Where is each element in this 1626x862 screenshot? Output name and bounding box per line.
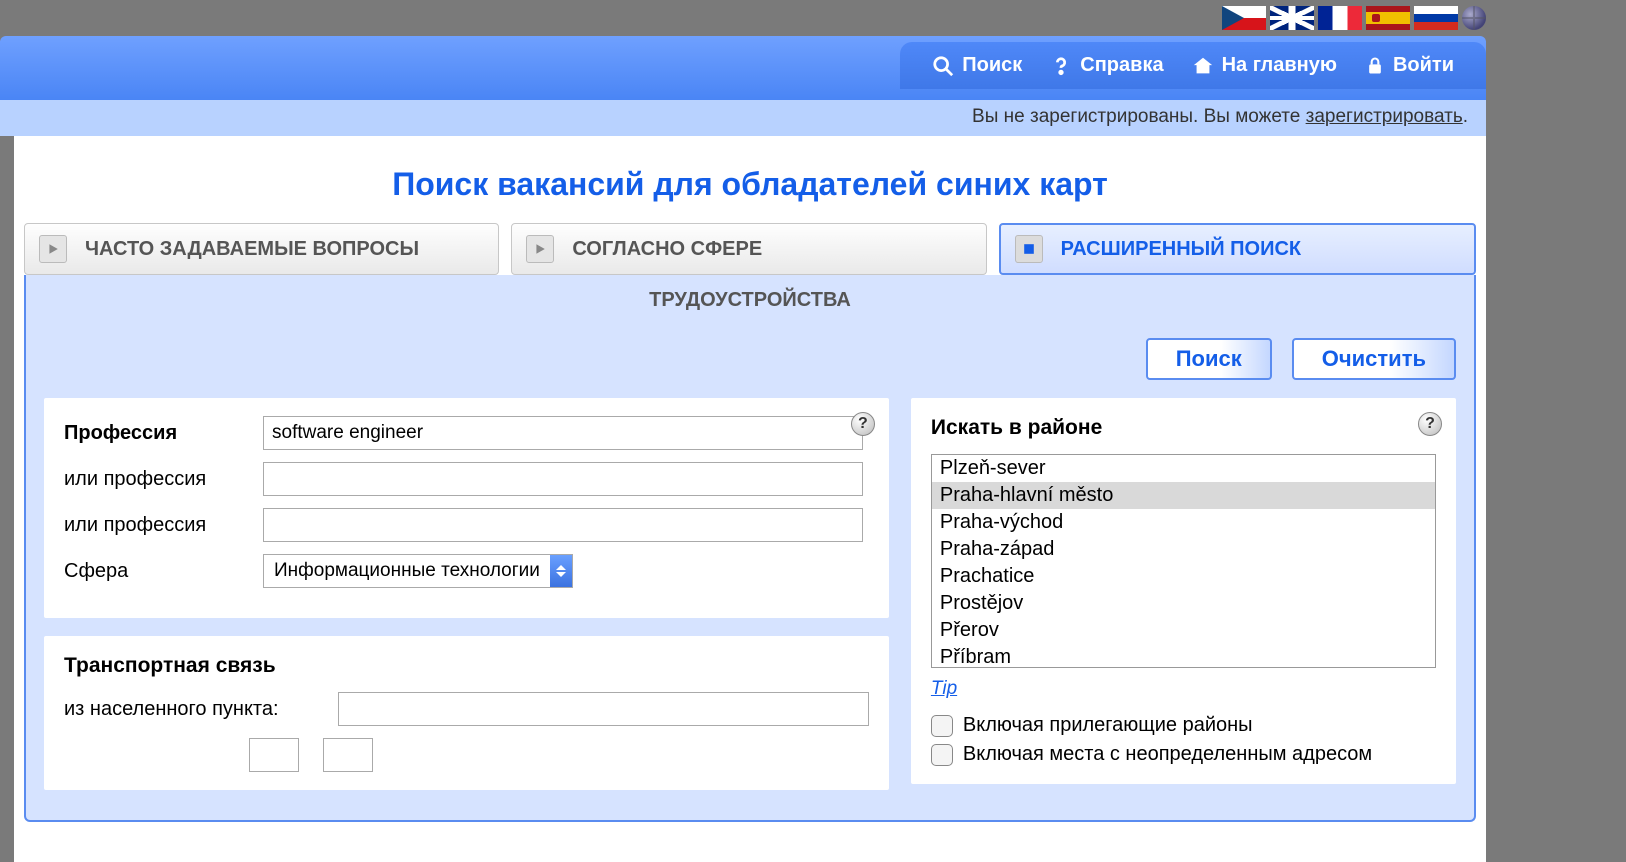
nav-search-label: Поиск (962, 54, 1022, 77)
content: Поиск вакансий для обладателей синих кар… (14, 136, 1486, 862)
region-item[interactable]: Příbram (932, 644, 1435, 668)
transport-title: Транспортная связь (64, 654, 869, 678)
or-profession-input-2[interactable] (263, 508, 863, 542)
header: Поиск Справка На главную Войти (0, 36, 1486, 100)
search-button[interactable]: Поиск (1146, 338, 1272, 380)
tab-faq-label: ЧАСТО ЗАДАВАЕМЫЕ ВОПРОСЫ (85, 238, 419, 261)
flag-ru-icon[interactable] (1414, 6, 1458, 30)
include-undefined-label: Включая места с неопределенным адресом (963, 743, 1372, 766)
profession-card: ? Профессия или профессия или профессия (44, 398, 889, 618)
search-panel: Поиск Очистить ? Профессия или профессия (24, 326, 1476, 822)
or-profession-input-1[interactable] (263, 462, 863, 496)
nav-help-label: Справка (1080, 54, 1163, 77)
or-profession-label-1: или профессия (64, 468, 249, 491)
region-list[interactable]: Plzeň-severPraha-hlavní městoPraha-výcho… (931, 454, 1436, 668)
or-profession-label-2: или профессия (64, 514, 249, 537)
search-icon (932, 55, 954, 77)
lock-icon (1365, 55, 1385, 77)
region-item[interactable]: Prachatice (932, 563, 1435, 590)
transport-range-1[interactable] (249, 738, 299, 772)
register-link[interactable]: зарегистрировать (1306, 106, 1463, 127)
sphere-select-value: Информационные технологии (264, 555, 550, 587)
region-card: ? Искать в районе Plzeň-severPraha-hlavn… (911, 398, 1456, 784)
transport-range-2[interactable] (323, 738, 373, 772)
region-item[interactable]: Přerov (932, 617, 1435, 644)
language-flags (0, 0, 1626, 36)
clear-button[interactable]: Очистить (1292, 338, 1456, 380)
tabs-row: ЧАСТО ЗАДАВАЕМЫЕ ВОПРОСЫ СОГЛАСНО СФЕРЕ … (14, 223, 1486, 275)
help-icon[interactable]: ? (851, 412, 875, 436)
flag-fr-icon[interactable] (1318, 6, 1362, 30)
flag-cz-icon[interactable] (1222, 6, 1266, 30)
top-nav: Поиск Справка На главную Войти (900, 42, 1486, 89)
region-item[interactable]: Praha-hlavní město (932, 482, 1435, 509)
tabs-sublabel: ТРУДОУСТРОЙСТВА (24, 275, 1476, 326)
sphere-label: Сфера (64, 560, 249, 583)
help-icon[interactable]: ? (1418, 412, 1442, 436)
nav-help[interactable]: Справка (1036, 50, 1177, 81)
action-row: Поиск Очистить (44, 338, 1456, 380)
tab-by-area[interactable]: СОГЛАСНО СФЕРЕ (511, 223, 986, 275)
play-icon (39, 235, 67, 263)
square-icon (1015, 235, 1043, 263)
region-item[interactable]: Praha-východ (932, 509, 1435, 536)
transport-from-input[interactable] (338, 692, 869, 726)
chevron-updown-icon (550, 555, 572, 587)
home-icon (1192, 55, 1214, 77)
tab-advanced-label: РАСШИРЕННЫЙ ПОИСК (1061, 238, 1301, 261)
flag-uk-icon[interactable] (1270, 6, 1314, 30)
sphere-select[interactable]: Информационные технологии (263, 554, 573, 588)
transport-from-label: из населенного пункта: (64, 698, 324, 721)
profession-label: Профессия (64, 422, 249, 445)
tip-link[interactable]: Tip (931, 678, 957, 700)
tab-faq[interactable]: ЧАСТО ЗАДАВАЕМЫЕ ВОПРОСЫ (24, 223, 499, 275)
tab-advanced[interactable]: РАСШИРЕННЫЙ ПОИСК (999, 223, 1476, 275)
region-item[interactable]: Prostějov (932, 590, 1435, 617)
nav-login[interactable]: Войти (1351, 50, 1468, 81)
not-registered-bar: Вы не зарегистрированы. Вы можете зареги… (0, 100, 1486, 136)
nav-login-label: Войти (1393, 54, 1454, 77)
region-item[interactable]: Plzeň-sever (932, 455, 1435, 482)
region-item[interactable]: Praha-západ (932, 536, 1435, 563)
region-title: Искать в районе (931, 416, 1436, 440)
transport-card: Транспортная связь из населенного пункта… (44, 636, 889, 790)
include-undefined-checkbox[interactable] (931, 744, 953, 766)
flag-es-icon[interactable] (1366, 6, 1410, 30)
include-adjacent-checkbox[interactable] (931, 715, 953, 737)
nav-home[interactable]: На главную (1178, 50, 1351, 81)
play-icon (526, 235, 554, 263)
not-registered-suffix: . (1463, 106, 1468, 127)
profession-input[interactable] (263, 416, 863, 450)
tab-by-area-label: СОГЛАСНО СФЕРЕ (572, 238, 762, 261)
globe-icon[interactable] (1462, 6, 1486, 30)
include-adjacent-label: Включая прилегающие районы (963, 714, 1253, 737)
nav-search[interactable]: Поиск (918, 50, 1036, 81)
help-icon (1050, 55, 1072, 77)
nav-home-label: На главную (1222, 54, 1337, 77)
page-title: Поиск вакансий для обладателей синих кар… (14, 136, 1486, 223)
not-registered-text: Вы не зарегистрированы. Вы можете (972, 106, 1306, 127)
